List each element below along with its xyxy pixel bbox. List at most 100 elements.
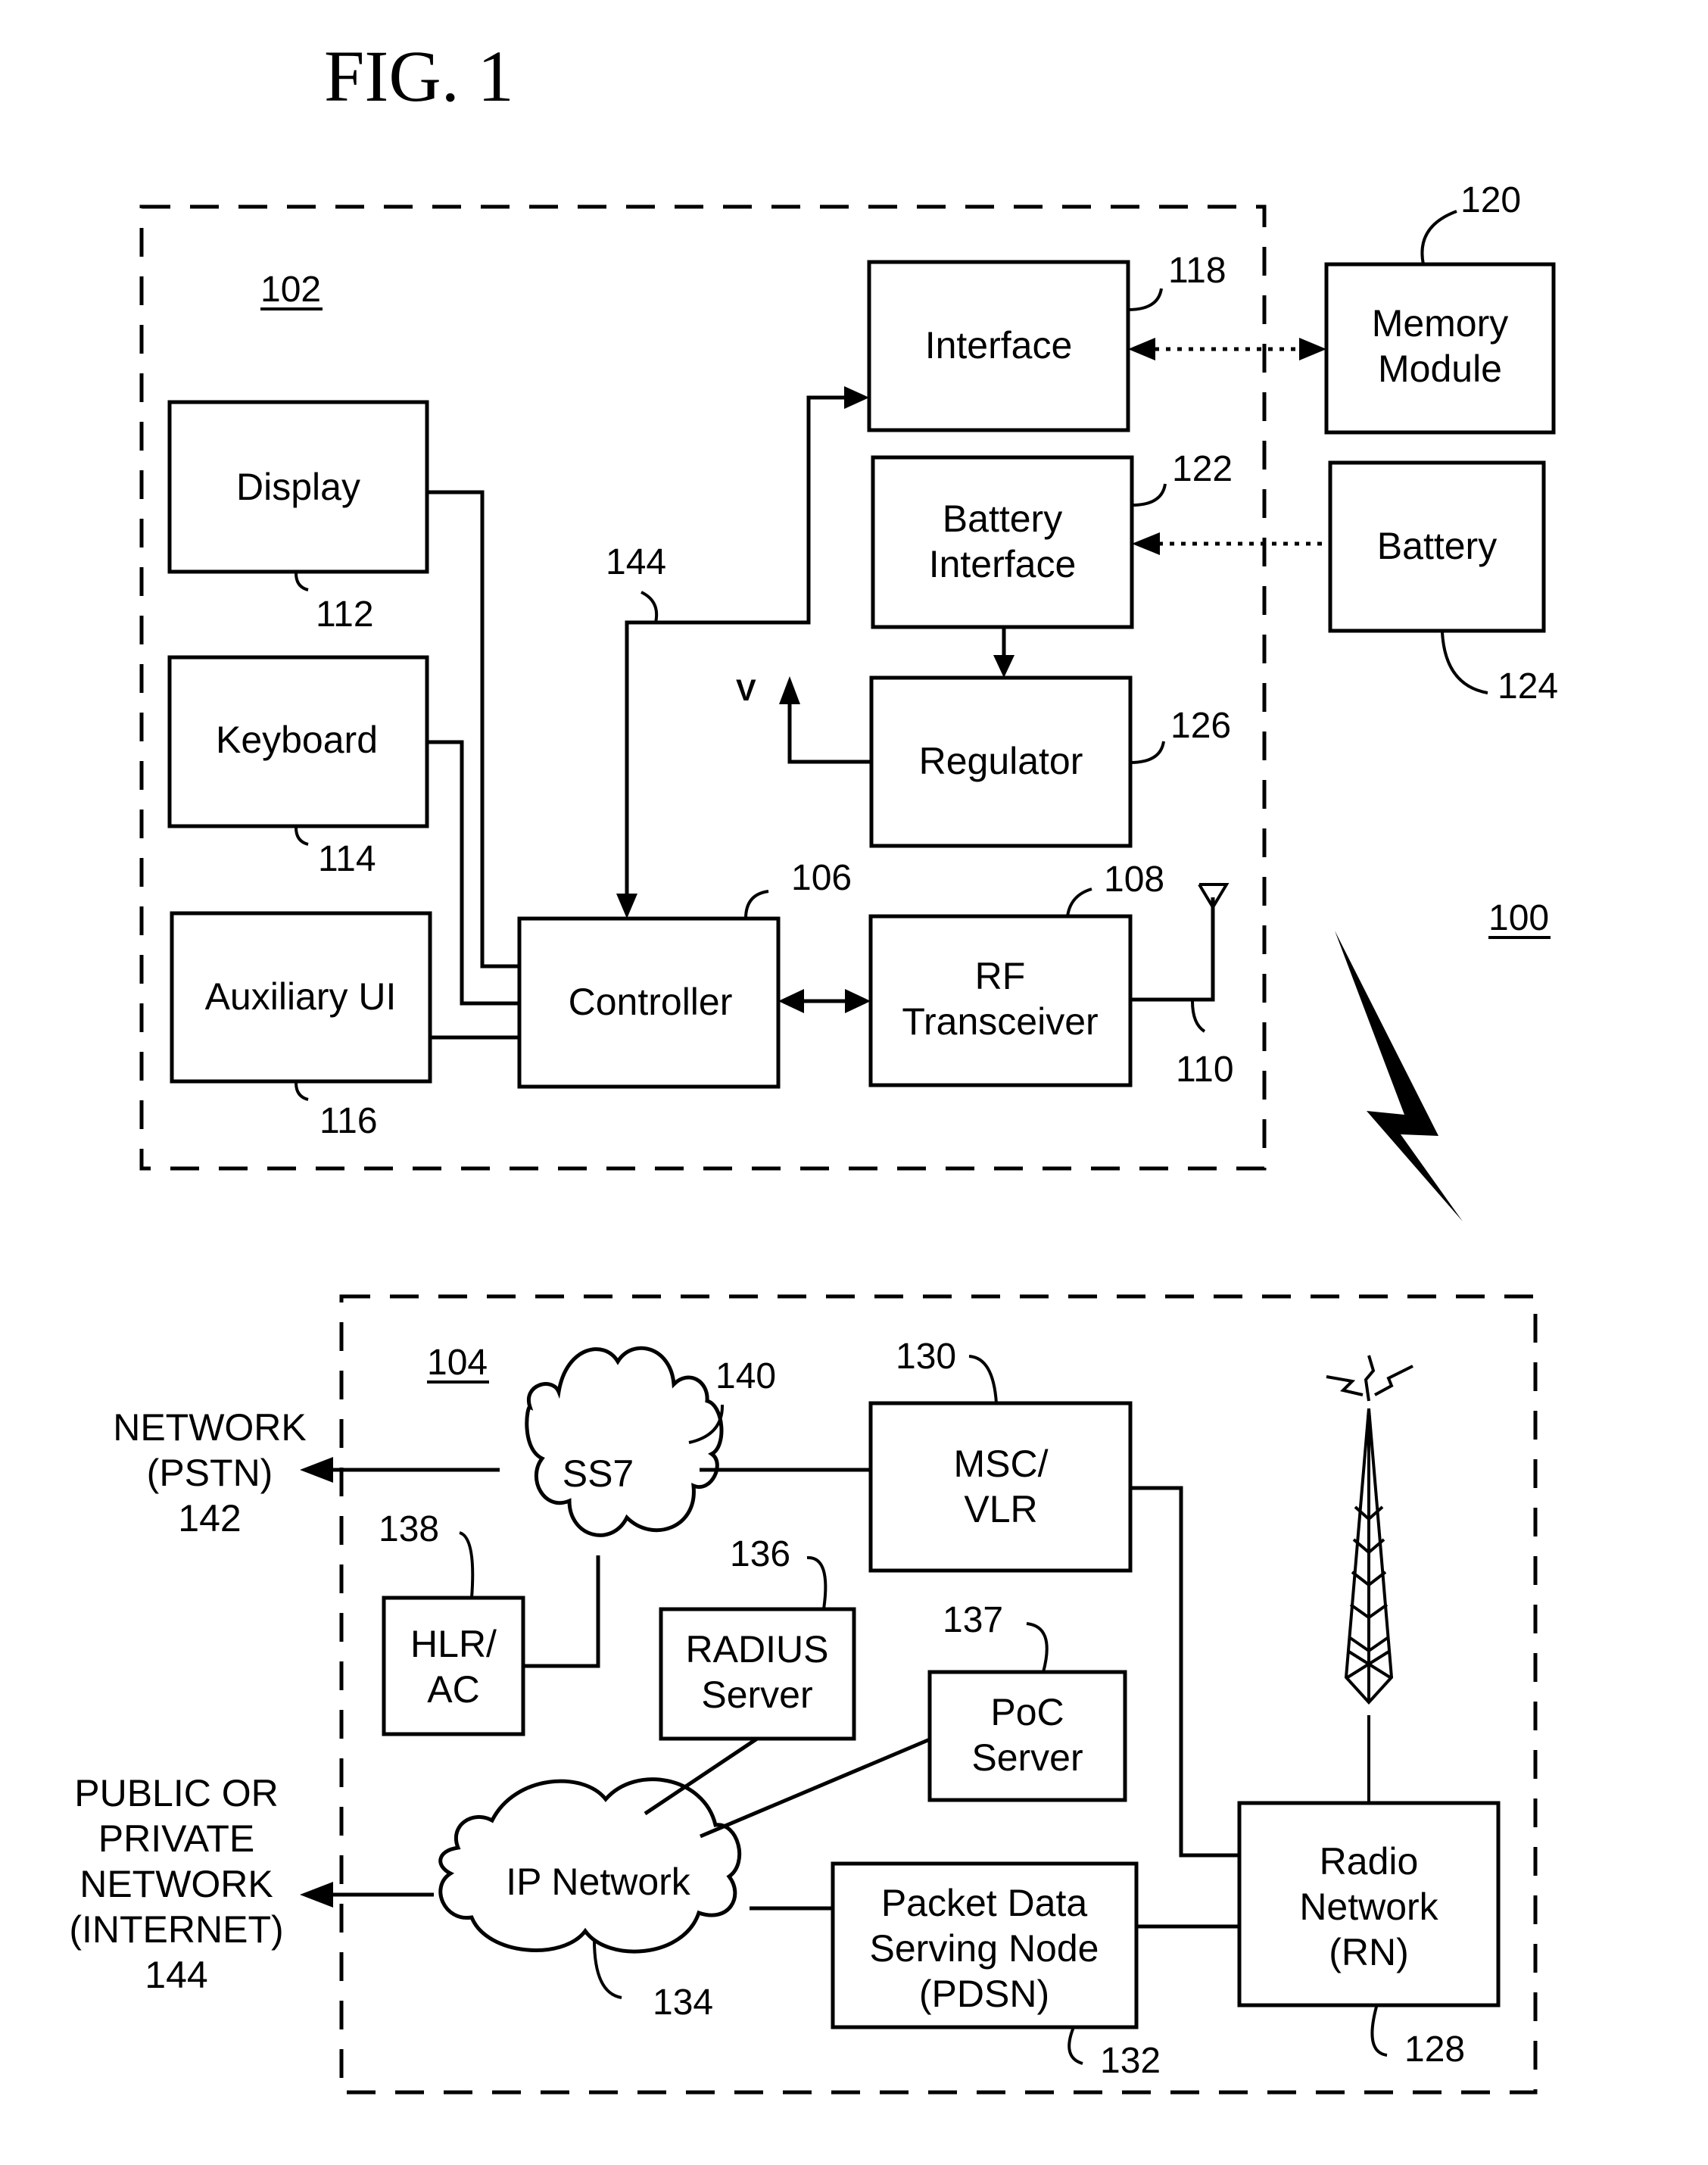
poc-server-label-line2: Server [971, 1736, 1083, 1779]
rf-transceiver-ref: 108 [1104, 859, 1164, 900]
radio-network-label-line2: Network [1299, 1886, 1438, 1928]
wireless-link-bolt-icon [1335, 931, 1463, 1221]
antenna-ref: 110 [1176, 1050, 1234, 1090]
internet-label-line1: PUBLIC OR [74, 1772, 279, 1814]
pstn-label-line1: NETWORK [113, 1406, 307, 1449]
battery-block[interactable]: Battery [1328, 460, 1546, 633]
rf-transceiver-ref-leader [1066, 888, 1092, 917]
display-block[interactable]: Display [167, 400, 429, 574]
display-ref: 112 [316, 594, 374, 635]
keyboard-ref-leader [295, 827, 309, 846]
internet-ref: 144 [145, 1954, 207, 1996]
ip-network-label: IP Network [506, 1861, 691, 1903]
keyboard-block[interactable]: Keyboard [167, 655, 429, 828]
battery-interface-label-line1: Battery [943, 498, 1062, 540]
cell-tower-icon [1326, 1355, 1413, 1803]
msc-vlr-block[interactable]: MSC/ VLR [868, 1401, 1133, 1573]
poc-server-label-line1: PoC [990, 1691, 1064, 1733]
wireless-network-ref: 104 [427, 1343, 488, 1383]
voltage-label: V [736, 674, 756, 707]
battery-ref-leader [1441, 632, 1488, 694]
controller-ref-leader [744, 890, 769, 919]
battery-ref: 124 [1498, 666, 1558, 707]
msc-vlr-label-line2: VLR [964, 1488, 1037, 1530]
msc-rn-link [1130, 1486, 1239, 1858]
radius-server-block[interactable]: RADIUS Server [659, 1607, 856, 1741]
keyboard-controller-link [427, 740, 519, 1006]
memory-module-label-line2: Module [1378, 348, 1502, 390]
pdsn-label-line2: Serving Node [870, 1927, 1099, 1970]
controller-ref: 106 [791, 858, 852, 898]
pdsn-ref: 132 [1100, 2041, 1161, 2081]
ip-network-cloud[interactable]: IP Network [438, 1777, 742, 1954]
bus-arrowhead-down [616, 894, 637, 919]
interface-ref-leader [1127, 288, 1163, 311]
hlr-ac-ref: 138 [379, 1509, 439, 1549]
radius-server-label-line1: RADIUS [686, 1628, 829, 1671]
radio-network-ref-leader [1370, 2006, 1388, 2057]
regulator-label: Regulator [919, 740, 1083, 782]
auxiliary-ui-label: Auxiliary UI [205, 975, 397, 1018]
system-ref: 100 [1488, 898, 1549, 938]
voltage-output-line [787, 697, 871, 764]
figure-title: FIG. 1 [324, 36, 514, 117]
auxiliary-ui-ref-leader [295, 1082, 309, 1101]
msc-vlr-label-line1: MSC/ [954, 1443, 1049, 1485]
battery-label: Battery [1377, 525, 1497, 567]
controller-interface-bus [625, 395, 848, 901]
mobile-device-ref: 102 [260, 270, 321, 310]
poc-server-ref-leader [1026, 1622, 1049, 1673]
hlr-ss7-link [523, 1555, 600, 1668]
regulator-ref-leader [1130, 741, 1165, 764]
rf-transceiver-block[interactable]: RF Transceiver [868, 914, 1133, 1087]
internet-label-line2: PRIVATE [98, 1817, 255, 1860]
hlr-ac-block[interactable]: HLR/ AC [382, 1596, 525, 1736]
bus-ref: 144 [606, 542, 666, 582]
auxiliary-ui-block[interactable]: Auxiliary UI [170, 911, 432, 1084]
msc-vlr-ref-leader [968, 1355, 998, 1404]
poc-server-ref: 137 [943, 1600, 1003, 1640]
ss7-label: SS7 [563, 1452, 634, 1495]
internet-label-line4: (INTERNET) [69, 1908, 283, 1951]
radio-network-label-line1: Radio [1320, 1840, 1419, 1883]
patent-figure: FIG. 1 102 Display 112 Keyboard 114 Auxi… [69, 36, 1558, 2095]
battery-link-arrowhead [1132, 532, 1160, 555]
pdsn-ref-leader [1068, 2026, 1083, 2065]
ss7-ref: 140 [715, 1356, 776, 1396]
antenna-icon [1130, 883, 1230, 1002]
battery-interface-block[interactable]: Battery Interface [871, 455, 1134, 629]
internet-label-line3: NETWORK [79, 1863, 273, 1905]
radius-server-ref: 136 [730, 1534, 790, 1574]
memory-module-block[interactable]: Memory Module [1324, 262, 1556, 435]
pstn-ref: 142 [178, 1497, 241, 1540]
memory-module-ref: 120 [1460, 180, 1521, 220]
bus-arrowhead-right [844, 386, 869, 409]
antenna-ref-leader [1191, 1000, 1206, 1033]
pdsn-block[interactable]: Packet Data Serving Node (PDSN) [831, 1861, 1139, 2029]
ip-network-ref: 134 [653, 1983, 713, 2023]
keyboard-ref: 114 [318, 839, 376, 879]
display-ref-leader [295, 572, 309, 591]
rf-transceiver-label-line1: RF [975, 955, 1026, 997]
hlr-ac-ref-leader [459, 1531, 475, 1599]
bus-ref-leader [640, 591, 659, 623]
keyboard-label: Keyboard [216, 719, 378, 761]
radius-server-ref-leader [806, 1555, 828, 1610]
hlr-ac-label-line2: AC [427, 1668, 479, 1711]
msc-vlr-ref: 130 [896, 1337, 956, 1377]
poc-server-block[interactable]: PoC Server [927, 1670, 1127, 1802]
regulator-block[interactable]: Regulator [869, 675, 1133, 848]
voltage-arrowhead [779, 676, 800, 704]
radio-network-block[interactable]: Radio Network (RN) [1237, 1801, 1501, 2007]
memory-module-ref-leader [1420, 210, 1457, 265]
controller-rf-arrowhead-right [845, 989, 871, 1013]
display-controller-link [427, 490, 519, 969]
interface-block[interactable]: Interface [867, 260, 1130, 432]
controller-block[interactable]: Controller [517, 916, 781, 1089]
pstn-arrowhead [300, 1457, 333, 1483]
pdsn-label-line1: Packet Data [881, 1882, 1088, 1924]
interface-label: Interface [925, 324, 1073, 367]
controller-label: Controller [569, 981, 733, 1023]
interface-memory-arrowhead-right [1299, 338, 1326, 360]
auxiliary-ui-ref: 116 [319, 1101, 378, 1141]
